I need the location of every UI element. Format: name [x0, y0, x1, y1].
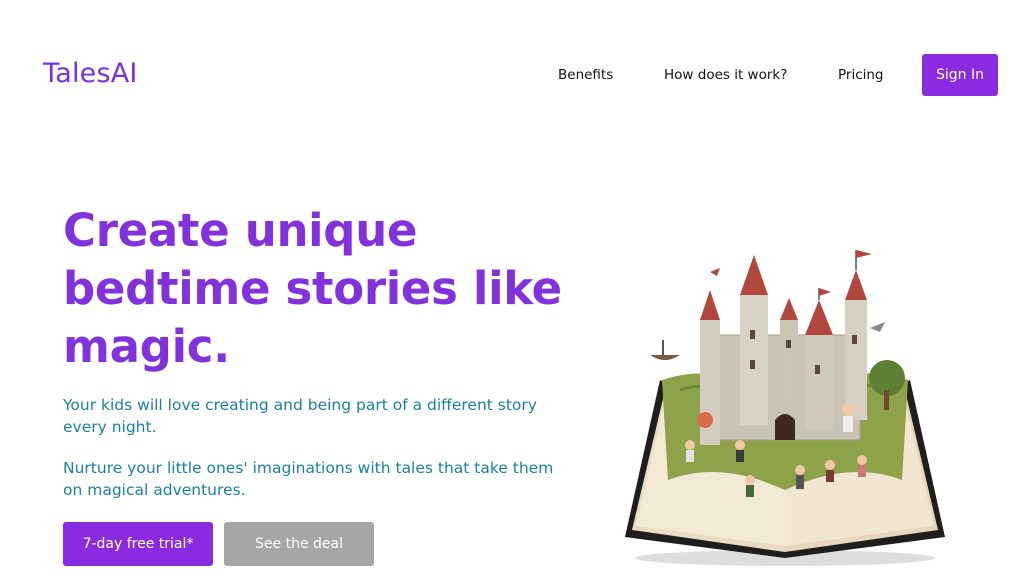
free-trial-button[interactable]: 7-day free trial* [63, 522, 213, 566]
hero-subtitle-1: Your kids will love creating and being p… [63, 396, 537, 436]
nav-pricing[interactable]: Pricing [838, 67, 884, 83]
nav-benefits[interactable]: Benefits [558, 67, 613, 83]
nav-how-it-works[interactable]: How does it work? [664, 67, 787, 83]
hero-subtitle-2: Nurture your little ones' imaginations w… [63, 459, 554, 499]
see-deal-button[interactable]: See the deal [224, 522, 374, 566]
logo[interactable]: TalesAI [43, 58, 138, 89]
storybook-castle-illustration [625, 250, 945, 566]
sign-in-button[interactable]: Sign In [922, 54, 998, 96]
hero-headline: Create unique bedtime stories like magic… [63, 204, 562, 373]
